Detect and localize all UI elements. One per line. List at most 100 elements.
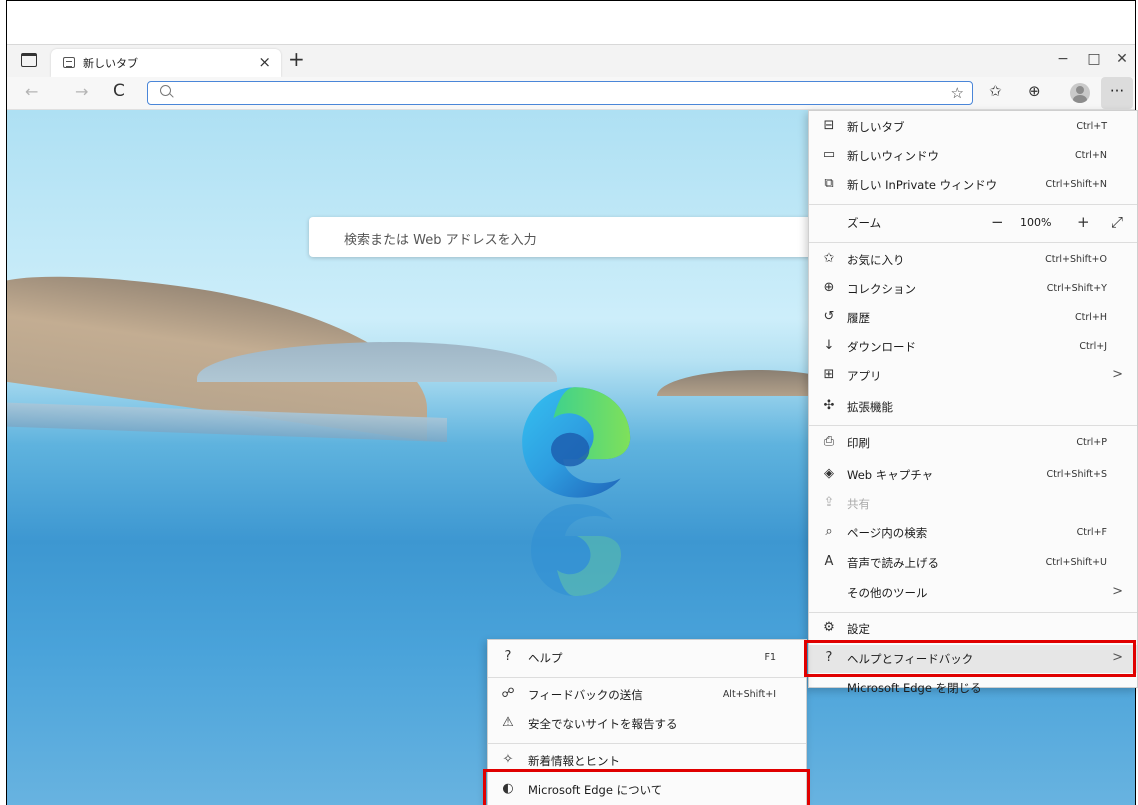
gear-icon: ⚙ [823,620,835,635]
menu-shortcut: Ctrl+Shift+S [1046,469,1107,480]
inprivate-icon: ⧉ [824,176,834,191]
menu-shortcut: Ctrl+N [1075,150,1107,161]
menu-label: 共有 [847,497,870,511]
read-aloud-icon: A [824,554,834,569]
zoom-out-button[interactable]: − [991,213,1004,231]
menu-shortcut: Ctrl+Shift+Y [1046,283,1107,294]
submenu-help[interactable]: ? ヘルプ F1 [488,644,806,672]
tab-close-icon[interactable]: × [258,53,271,71]
menu-shortcut: Ctrl+Shift+O [1045,254,1107,265]
menu-read-aloud[interactable]: A 音声で読み上げる Ctrl+Shift+U [809,549,1137,577]
address-bar[interactable]: ☆ [147,81,973,105]
menu-extensions[interactable]: ✣ 拡張機能 [809,393,1137,421]
tab-new-tab[interactable]: 新しいタブ × [51,49,281,77]
collections-icon: ⊕ [823,280,835,295]
menu-divider [488,743,806,744]
menu-label: 印刷 [847,436,870,450]
close-window-button[interactable]: ✕ [1107,51,1137,67]
menu-divider [809,204,1137,205]
menu-label: 安全でないサイトを報告する [528,717,678,731]
web-capture-icon: ◈ [824,466,834,481]
new-tab-page-icon [63,57,75,68]
minimize-button[interactable]: − [1048,51,1078,67]
share-icon: ⇪ [823,495,835,510]
web-search-box[interactable]: 検索または Web アドレスを入力 [309,217,814,257]
menu-new-tab[interactable]: ⊟ 新しいタブ Ctrl+T [809,113,1137,141]
zoom-value: 100% [1020,216,1052,229]
edge-logo-reflection [531,504,621,596]
menu-label: フィードバックの送信 [528,688,643,702]
tab-bar: 新しいタブ × + − □ ✕ [7,45,1135,77]
menu-divider [488,677,806,678]
menu-find-on-page[interactable]: ⌕ ページ内の検索 Ctrl+F [809,519,1137,547]
menu-label: コレクション [847,282,916,296]
menu-divider [809,612,1137,613]
settings-and-more-button[interactable]: ··· [1101,77,1133,109]
menu-apps[interactable]: ⊞ アプリ > [809,362,1137,390]
feedback-icon: ☍ [501,686,515,701]
new-window-icon: ▭ [822,147,836,162]
menu-print[interactable]: ⎙ 印刷 Ctrl+P [809,429,1137,457]
menu-favorites[interactable]: ✩ お気に入り Ctrl+Shift+O [809,246,1137,274]
refresh-button[interactable]: C [113,81,125,101]
menu-close-edge[interactable]: Microsoft Edge を閉じる [809,674,1137,702]
menu-shortcut: Alt+Shift+I [722,689,776,700]
menu-new-inprivate-window[interactable]: ⧉ 新しい InPrivate ウィンドウ Ctrl+Shift+N [809,171,1137,199]
tab-title: 新しいタブ [83,57,138,70]
menu-shortcut: Ctrl+J [1079,341,1107,352]
favorites-icon: ✩ [823,251,835,266]
menu-label: Web キャプチャ [847,468,934,482]
menu-collections[interactable]: ⊕ コレクション Ctrl+Shift+Y [809,275,1137,303]
forward-button[interactable]: → [75,82,88,101]
new-tab-button[interactable]: + [288,47,305,71]
zoom-label: ズーム [847,216,882,230]
fullscreen-icon[interactable]: ⤢ [1111,213,1123,231]
menu-label: 設定 [847,622,870,636]
top-blank-area [7,1,1135,45]
menu-shortcut: Ctrl+T [1076,121,1107,132]
menu-settings[interactable]: ⚙ 設定 [809,615,1137,643]
menu-history[interactable]: ↺ 履歴 Ctrl+H [809,304,1137,332]
menu-zoom: ズーム − 100% + ⤢ [809,209,1137,237]
menu-label: ヘルプ [528,651,563,665]
submenu-report-unsafe-site[interactable]: ⚠ 安全でないサイトを報告する [488,710,806,738]
menu-shortcut: Ctrl+Shift+N [1045,179,1107,190]
menu-web-capture[interactable]: ◈ Web キャプチャ Ctrl+Shift+S [809,461,1137,489]
collections-icon[interactable]: ⊕ [1028,82,1041,100]
menu-downloads[interactable]: ↓ ダウンロード Ctrl+J [809,333,1137,361]
favorites-icon[interactable]: ✩ [989,82,1002,100]
chevron-right-icon: > [1112,367,1123,382]
menu-more-tools[interactable]: その他のツール > [809,579,1137,607]
menu-label: 履歴 [847,311,870,325]
menu-label: その他のツール [847,586,928,600]
tab-actions-icon[interactable] [21,53,37,67]
browser-window: 新しいタブ × + − □ ✕ ← → C ☆ ✩ ⊕ ··· 検索または We… [6,0,1138,805]
profile-avatar[interactable] [1070,83,1090,103]
menu-shortcut: Ctrl+F [1076,527,1107,538]
menu-label: ダウンロード [847,340,916,354]
submenu-send-feedback[interactable]: ☍ フィードバックの送信 Alt+Shift+I [488,681,806,709]
menu-label: 拡張機能 [847,400,893,414]
maximize-button[interactable]: □ [1079,51,1109,67]
menu-divider [809,425,1137,426]
menu-label: 新しい InPrivate ウィンドウ [847,178,998,192]
download-icon: ↓ [823,338,835,353]
menu-shortcut: Ctrl+P [1076,437,1107,448]
menu-new-window[interactable]: ▭ 新しいウィンドウ Ctrl+N [809,142,1137,170]
back-button[interactable]: ← [25,82,38,101]
search-icon [160,85,171,96]
highlight-help-and-feedback [804,640,1136,677]
search-placeholder: 検索または Web アドレスを入力 [344,233,537,248]
menu-shortcut: F1 [764,652,776,663]
print-icon: ⎙ [823,434,835,449]
edge-logo-icon [522,387,631,498]
menu-divider [809,242,1137,243]
menu-shortcut: Ctrl+H [1074,312,1107,323]
history-icon: ↺ [823,309,835,324]
add-favorite-icon[interactable]: ☆ [951,84,964,102]
address-toolbar: ← → C ☆ ✩ ⊕ ··· [7,77,1135,110]
menu-label: 新着情報とヒント [528,754,620,768]
settings-menu: ⊟ 新しいタブ Ctrl+T ▭ 新しいウィンドウ Ctrl+N ⧉ 新しい I… [808,110,1138,695]
highlight-about-edge [483,769,810,805]
zoom-in-button[interactable]: + [1077,213,1090,231]
